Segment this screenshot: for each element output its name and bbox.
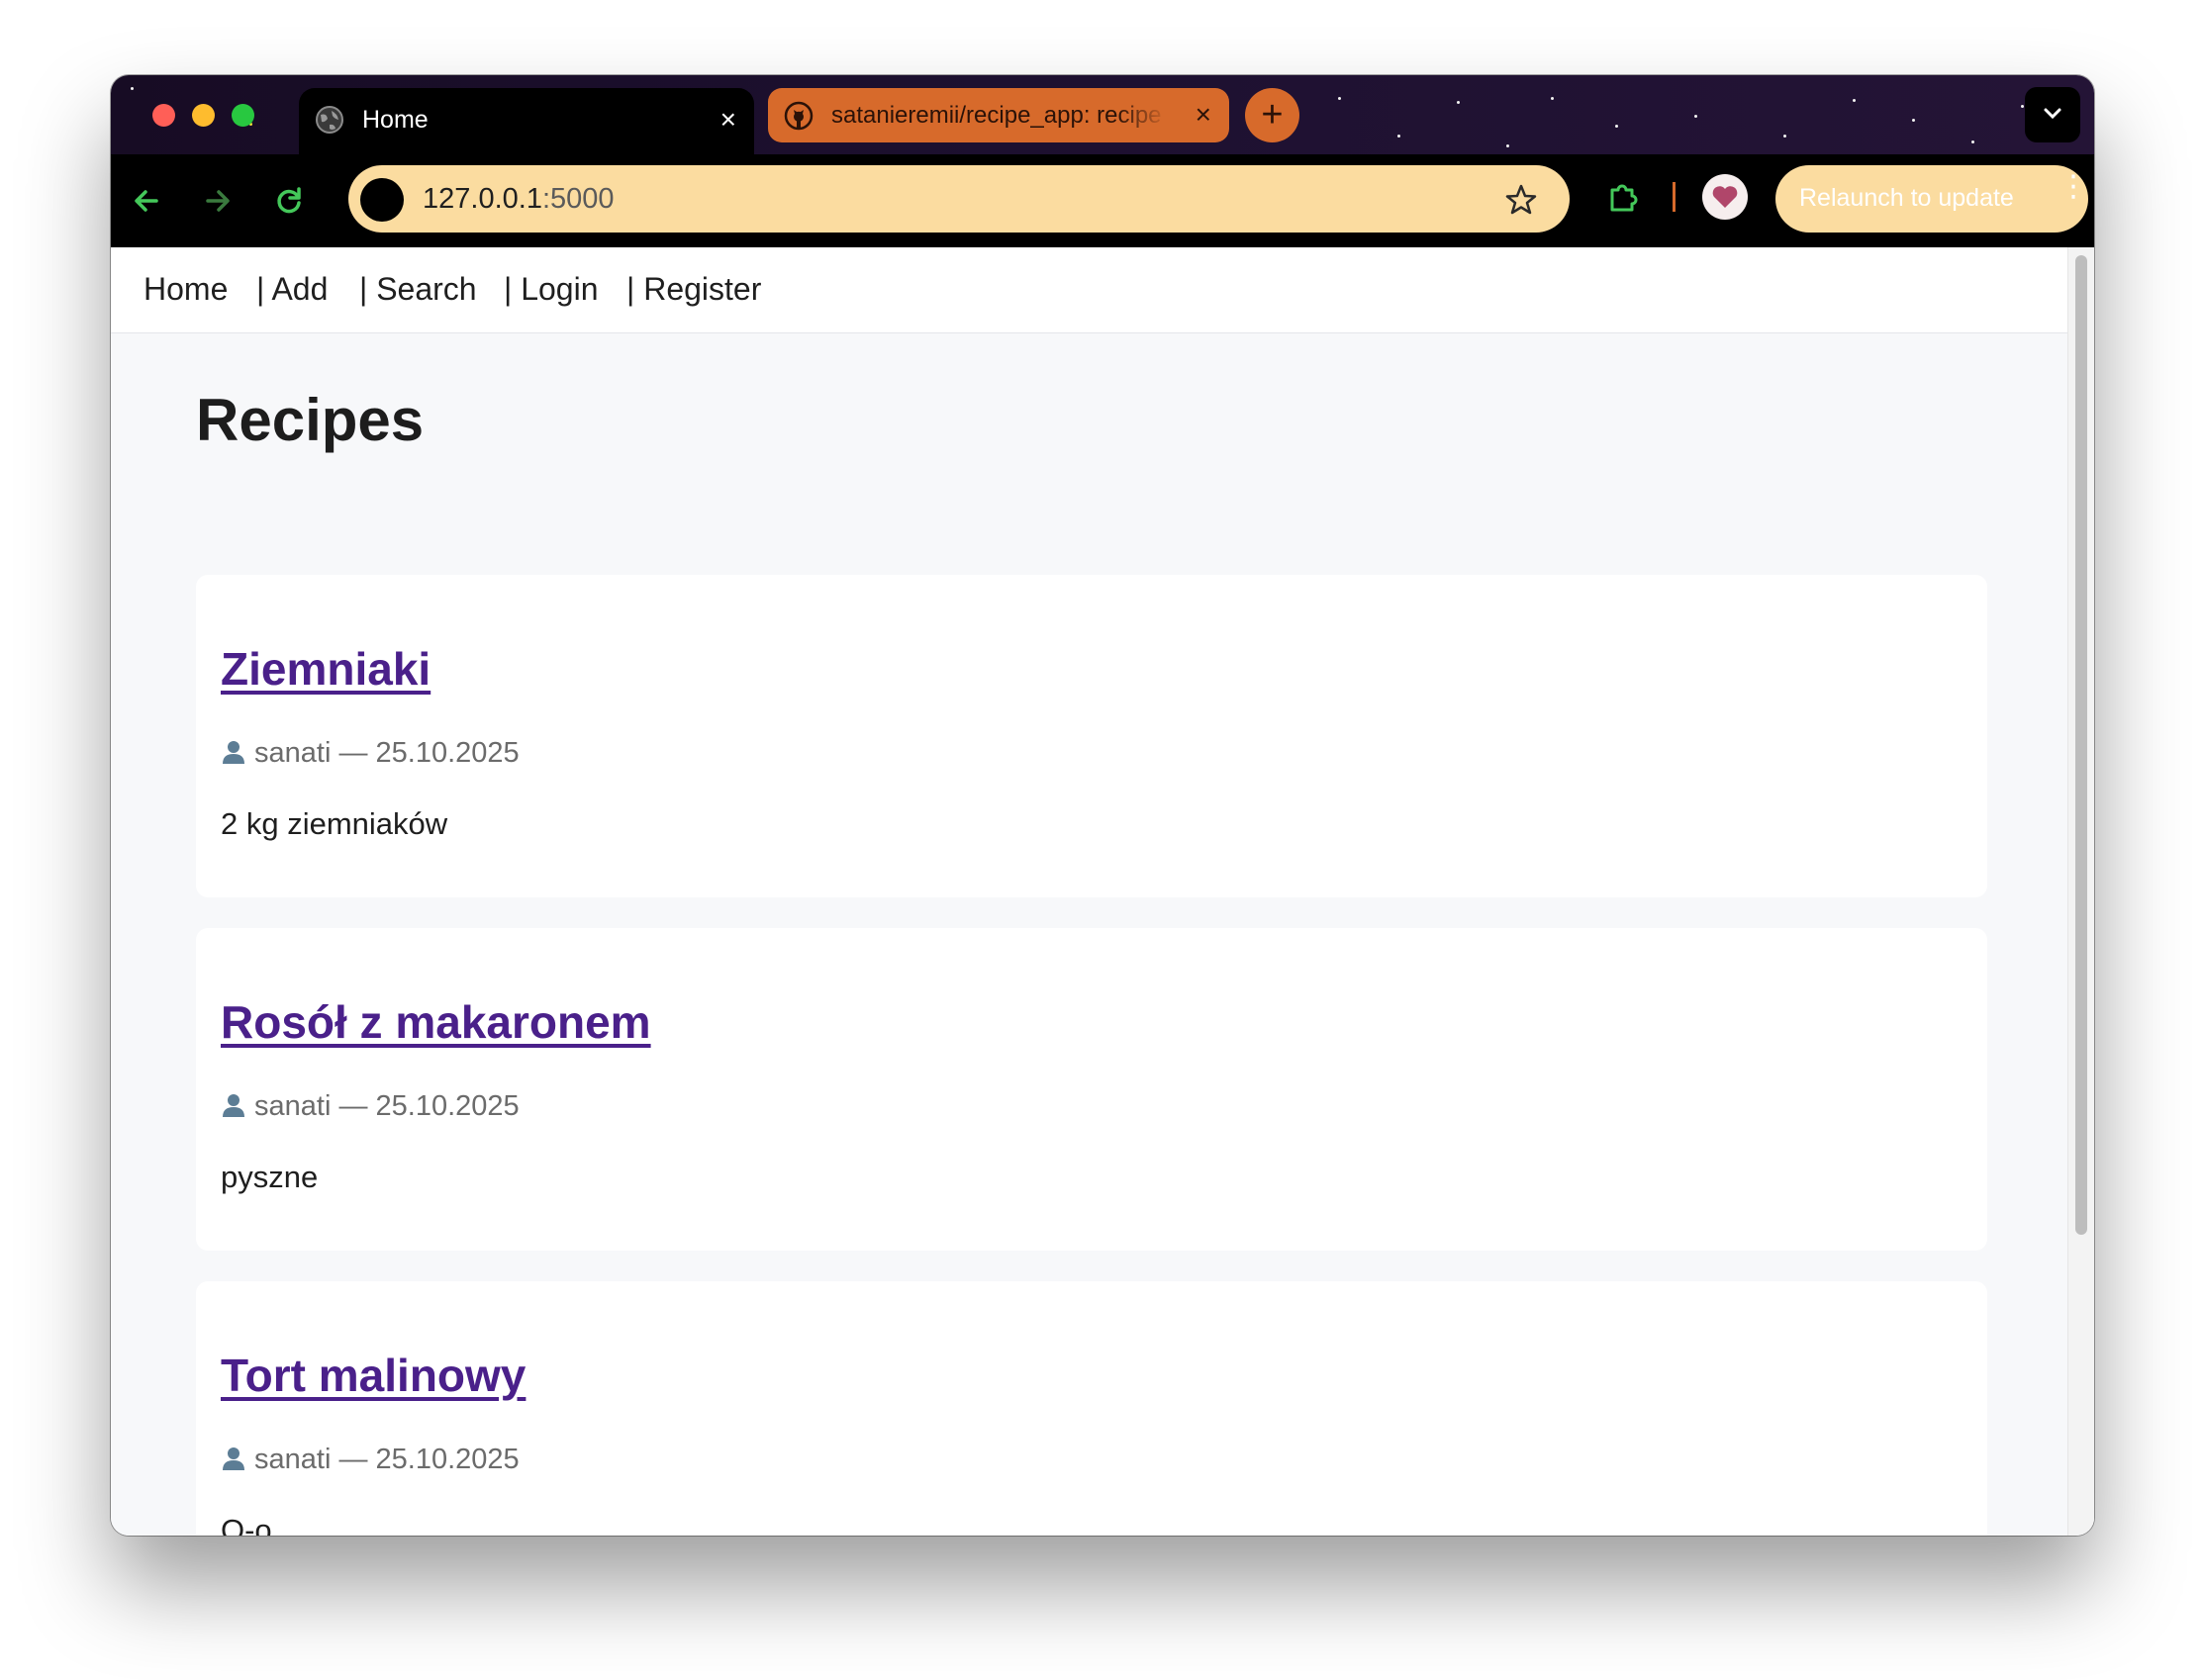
- tab-title: satanieremii/recipe_app: recipe app: [831, 102, 1168, 129]
- url-text[interactable]: 127.0.0.1:5000: [423, 183, 615, 216]
- recipe-author-date: sanati — 25.10.2025: [254, 1090, 520, 1122]
- back-arrow-icon[interactable]: [127, 181, 166, 221]
- person-icon: [223, 1447, 244, 1470]
- recipe-description: pyszne: [221, 1160, 319, 1194]
- page-viewport: Home | Add | Search | Login | Register R…: [111, 247, 2094, 1536]
- nav-search-link[interactable]: | Search: [359, 271, 477, 308]
- chevron-down-icon: [2044, 108, 2061, 120]
- url-port: :5000: [541, 183, 615, 215]
- heart-avatar-icon: [1712, 186, 1738, 208]
- more-menu-icon[interactable]: ⋮: [2059, 172, 2088, 202]
- site-info-icon[interactable]: [360, 178, 404, 222]
- nav-login-link[interactable]: | Login: [504, 271, 599, 308]
- recipe-description: O-o: [221, 1513, 272, 1536]
- page-title: Recipes: [196, 387, 425, 453]
- title-bar: Home × satanieremii/recipe_app: recipe a…: [111, 75, 2094, 154]
- recipe-title-link[interactable]: Tort malinowy: [221, 1349, 526, 1402]
- tab-title: Home: [362, 106, 429, 134]
- scrollbar-thumb[interactable]: [2075, 255, 2087, 1235]
- nav-home-link[interactable]: Home: [144, 271, 228, 308]
- new-tab-button[interactable]: +: [1245, 88, 1299, 142]
- recipe-meta: sanati — 25.10.2025: [221, 1090, 520, 1123]
- toolbar-divider: [1673, 182, 1676, 212]
- tab-github[interactable]: satanieremii/recipe_app: recipe app ×: [768, 88, 1229, 142]
- extensions-puzzle-icon[interactable]: [1603, 177, 1643, 217]
- tab-home[interactable]: Home ×: [299, 88, 754, 154]
- recipe-author-date: sanati — 25.10.2025: [254, 737, 520, 769]
- person-icon: [223, 741, 244, 764]
- vertical-scrollbar[interactable]: [2067, 247, 2094, 1536]
- recipe-meta: sanati — 25.10.2025: [221, 1444, 520, 1476]
- recipe-card: Ziemniaki sanati — 25.10.2025 2 kg ziemn…: [196, 575, 1987, 897]
- close-tab-icon[interactable]: ×: [720, 106, 736, 134]
- close-tab-icon[interactable]: ×: [1196, 101, 1211, 129]
- recipe-description: 2 kg ziemniaków: [221, 806, 448, 841]
- relaunch-to-update-button[interactable]: Relaunch to update ⋮: [1775, 165, 2088, 233]
- recipe-title-link[interactable]: Rosół z makaronem: [221, 995, 651, 1049]
- relaunch-label: Relaunch to update: [1799, 184, 2014, 212]
- close-window-button[interactable]: [152, 104, 175, 127]
- recipe-card: Rosół z makaronem sanati — 25.10.2025 py…: [196, 928, 1987, 1251]
- site-navigation: Home | Add | Search | Login | Register: [111, 247, 2068, 333]
- browser-window: Home × satanieremii/recipe_app: recipe a…: [111, 75, 2094, 1536]
- tab-search-button[interactable]: [2025, 87, 2080, 142]
- bookmark-star-icon[interactable]: [1504, 183, 1538, 217]
- browser-toolbar: 127.0.0.1:5000 Relaunch to update ⋮: [111, 154, 2094, 247]
- minimize-window-button[interactable]: [192, 104, 215, 127]
- nav-register-link[interactable]: | Register: [626, 271, 761, 308]
- recipe-meta: sanati — 25.10.2025: [221, 737, 520, 770]
- recipe-card: Tort malinowy sanati — 25.10.2025 O-o: [196, 1281, 1987, 1536]
- person-icon: [223, 1094, 244, 1117]
- recipe-author-date: sanati — 25.10.2025: [254, 1444, 520, 1475]
- globe-icon: [316, 106, 343, 134]
- url-host: 127.0.0.1: [423, 183, 542, 215]
- maximize-window-button[interactable]: [232, 104, 254, 127]
- nav-add-link[interactable]: | Add: [256, 271, 328, 308]
- recipe-title-link[interactable]: Ziemniaki: [221, 642, 431, 696]
- profile-avatar[interactable]: [1702, 174, 1748, 220]
- github-icon: [784, 101, 814, 131]
- reload-icon[interactable]: [269, 181, 309, 221]
- address-bar[interactable]: 127.0.0.1:5000: [348, 165, 1570, 233]
- forward-arrow-icon[interactable]: [198, 181, 238, 221]
